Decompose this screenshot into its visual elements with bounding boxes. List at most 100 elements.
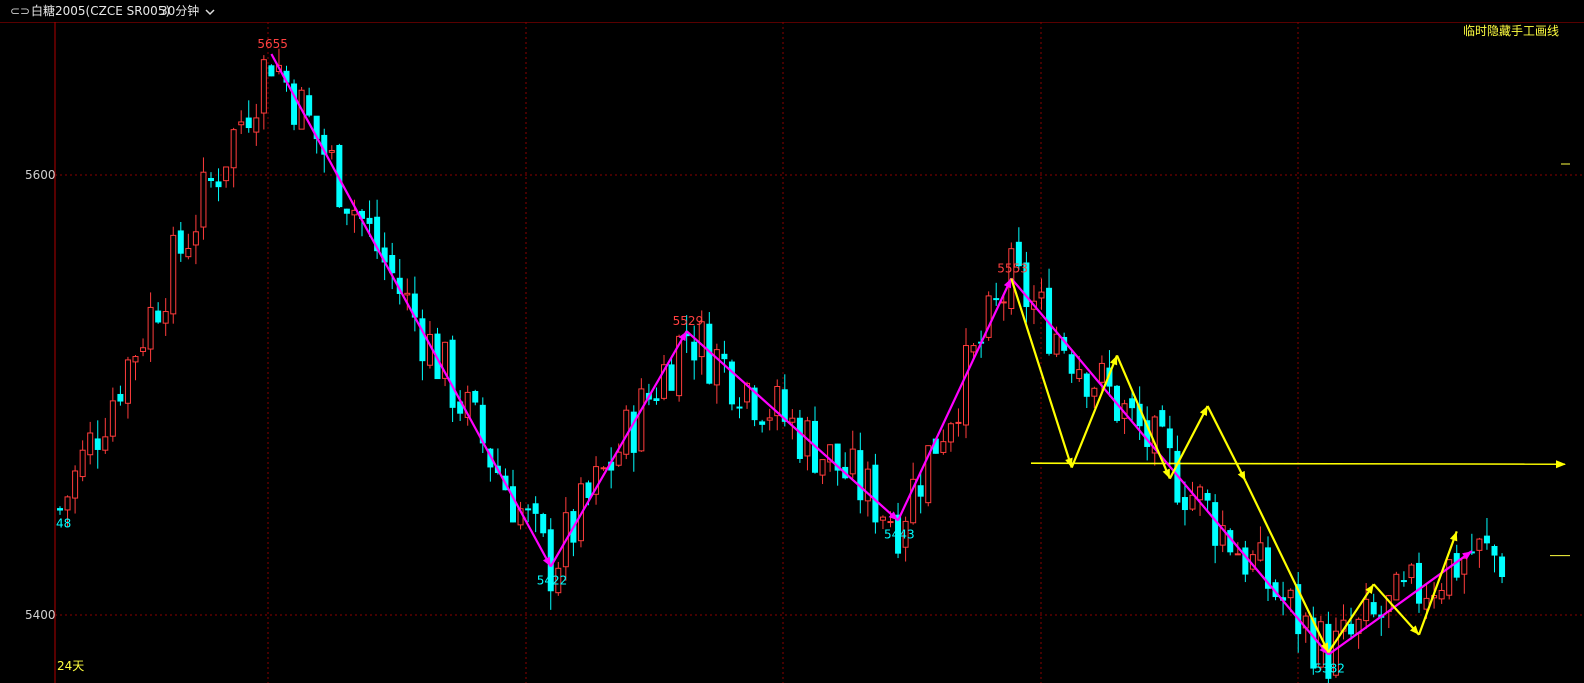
candle-body (223, 166, 230, 182)
candle-body (170, 234, 177, 315)
candle-body (72, 470, 79, 499)
link-icon[interactable]: ⊂⊃ (10, 0, 30, 22)
candle-body (177, 230, 184, 254)
candle-body (638, 388, 645, 452)
candle-body (955, 421, 962, 424)
candle-body (260, 59, 267, 114)
candle-body (963, 345, 969, 426)
candle-body (857, 450, 864, 501)
candle-body (1363, 598, 1370, 622)
candle-body (162, 311, 169, 324)
candle-body (1068, 354, 1075, 374)
candle-body (849, 448, 856, 475)
minor-wave-segment[interactable] (1168, 405, 1209, 480)
candle-body (1076, 369, 1083, 379)
pivot-label: 5529 (673, 314, 704, 328)
candle-body (1499, 556, 1506, 578)
major-wave-segment[interactable] (1327, 550, 1473, 656)
major-wave-segment[interactable] (897, 277, 1013, 521)
candlestick-chart[interactable]: 5600 5400 48 5655 5422 5529 5443 5553 5382 (0, 22, 1584, 683)
major-wave-segment[interactable] (1010, 277, 1330, 656)
candle-body (64, 496, 71, 511)
candle-body (57, 508, 63, 511)
candle-body (1370, 602, 1377, 615)
candle-body (1242, 547, 1249, 575)
minor-wave-arrowhead (1109, 355, 1118, 366)
candle-body (940, 441, 947, 453)
candle-body (993, 298, 1000, 301)
candle-body (1483, 535, 1490, 544)
candle-body (208, 177, 214, 182)
candle-body (472, 391, 479, 403)
candle-body (1257, 542, 1264, 561)
candle-body (1287, 589, 1294, 599)
candle-body (404, 292, 411, 296)
pivot-label: 5382 (1314, 662, 1345, 676)
candle-body (1461, 557, 1468, 575)
candle-body (155, 310, 162, 323)
major-wave-segment[interactable] (685, 330, 899, 522)
candle-body (102, 436, 109, 451)
candle-body (1393, 573, 1400, 601)
candle-body (728, 361, 735, 405)
candle-body (887, 521, 894, 524)
pivot-label: 5443 (884, 527, 915, 541)
candle-body (238, 121, 245, 126)
candle-body (1189, 494, 1196, 510)
hide-drawings-button[interactable]: 临时隐藏手工画线 (1463, 22, 1559, 39)
candle-body (917, 485, 924, 497)
candle-body (600, 467, 607, 470)
minor-wave-segment[interactable] (1206, 405, 1247, 482)
candle-body (132, 356, 139, 363)
candle-body (306, 95, 313, 116)
candle-body (109, 400, 116, 437)
chevron-down-icon (205, 8, 215, 15)
candle-body (1197, 486, 1204, 501)
title-bar: ⊂⊃ 白糖2005(CZCE SR005) 30分钟 (0, 0, 1584, 22)
candle-body (449, 339, 456, 408)
horizontal-trendline-arrow (1556, 460, 1566, 469)
candle-body (615, 451, 622, 466)
horizontal-trendline[interactable] (1030, 462, 1566, 466)
candle-body (230, 129, 237, 169)
candle-body (713, 349, 720, 386)
candle-body (1129, 398, 1136, 409)
candle-body (1166, 428, 1173, 449)
candle-body (343, 208, 350, 214)
candle-body (1476, 538, 1483, 551)
candle-body (94, 438, 101, 450)
candle-body (1400, 580, 1407, 583)
pivot-label: 48 (56, 516, 71, 530)
candle-body (419, 318, 426, 362)
major-wave-segment[interactable] (549, 330, 688, 568)
candle-body (245, 117, 252, 129)
pivot-label: 5655 (257, 37, 288, 51)
period-selector[interactable]: 30分钟 (160, 0, 215, 22)
y-tick-label: 5400 (25, 608, 56, 622)
candle-body (759, 421, 766, 425)
candle-body (653, 398, 660, 401)
candle-body (1408, 564, 1415, 579)
candle-body (525, 508, 532, 511)
candle-body (789, 417, 796, 423)
minor-wave-arrowhead (1449, 531, 1458, 542)
candle-body (192, 231, 199, 246)
candle-body (1204, 493, 1211, 501)
minor-wave-segment[interactable] (1244, 480, 1330, 653)
y-tick-label: 5600 (25, 168, 56, 182)
candle-body (1091, 387, 1098, 397)
candle-body (691, 341, 698, 361)
candle-body (872, 464, 879, 523)
candle-body (1181, 497, 1188, 511)
candle-body (947, 423, 954, 443)
candle-body (1038, 291, 1045, 299)
days-label: 24天 (57, 659, 85, 673)
candle-body (1234, 553, 1241, 556)
candle-body (970, 345, 977, 353)
major-wave-segment[interactable] (270, 53, 552, 568)
candle-body (366, 217, 373, 224)
candle-body (185, 247, 192, 258)
candle-body (117, 393, 124, 402)
candle-body (796, 417, 803, 459)
candle-body (1416, 562, 1422, 604)
